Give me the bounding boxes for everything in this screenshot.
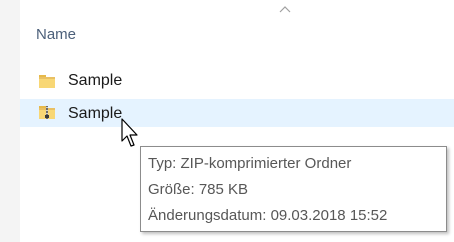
file-row-zip[interactable]: Sample — [20, 99, 454, 127]
mouse-pointer-icon — [121, 118, 138, 147]
column-header-name[interactable]: Name — [36, 26, 76, 43]
zip-folder-icon — [39, 106, 55, 119]
tooltip-date-line: Änderungsdatum: 09.03.2018 15:52 — [148, 207, 388, 224]
file-name-label: Sample — [68, 72, 123, 89]
folder-icon — [39, 75, 55, 88]
sort-ascending-icon[interactable] — [278, 4, 292, 14]
column-header-divider — [20, 52, 454, 53]
tooltip-type-line: Typ: ZIP-komprimierter Ordner — [148, 155, 352, 172]
file-row-folder[interactable]: Sample — [20, 68, 454, 94]
file-info-tooltip: Typ: ZIP-komprimierter Ordner Größe: 785… — [140, 146, 447, 232]
tooltip-size-line: Größe: 785 KB — [148, 181, 249, 198]
file-name-label: Sample — [68, 105, 123, 122]
